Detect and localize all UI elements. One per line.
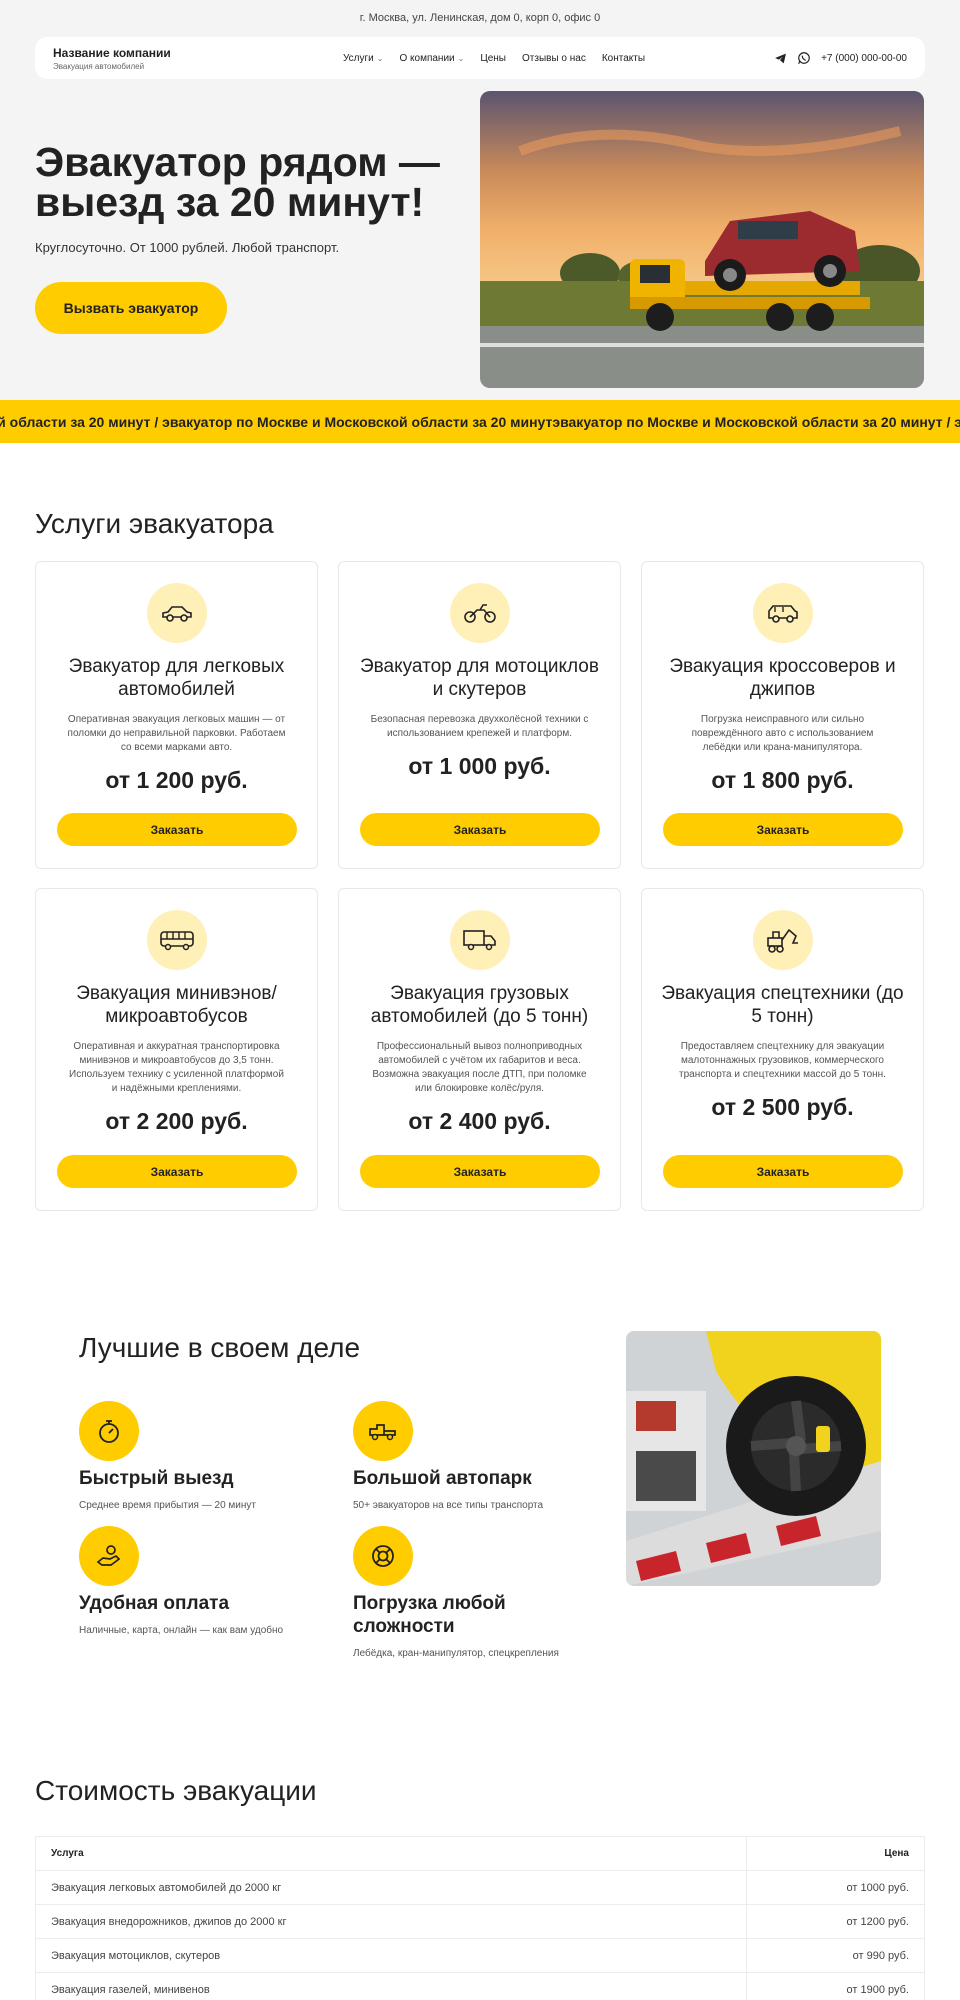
pricing-table: Услуга Цена Эвакуация легковых автомобил…: [35, 1836, 925, 2000]
feature-title: Быстрый выезд: [79, 1468, 234, 1489]
loading-car-image: [626, 1331, 881, 1586]
price-cell: от 1000 руб.: [746, 1870, 925, 1905]
hand-coin-icon: [79, 1526, 139, 1586]
price-cell: от 1900 руб.: [746, 1972, 925, 2000]
nav-item-prices[interactable]: Цены: [480, 53, 506, 64]
feature-desc: 50+ эвакуаторов на все типы транспорта: [353, 1500, 544, 1511]
service-card: Эвакуация кроссоверов и джипов Погрузка …: [641, 561, 924, 869]
service-desc: Предоставляем спецтехнику для эвакуации …: [679, 1041, 886, 1080]
bus-icon: [146, 910, 207, 970]
navbar: Название компании Эвакуация автомобилей …: [35, 37, 925, 79]
table-row: Эвакуация мотоциклов, скутеров от 990 ру…: [35, 1938, 925, 1973]
feature-title: Погрузка любой сложности: [353, 1593, 506, 1637]
service-title: Эвакуатор для легковых автомобилей: [68, 656, 285, 700]
nav-label: Услуги: [343, 52, 374, 64]
service-price: от 2 400 руб.: [408, 1108, 551, 1134]
feature-item: Большой автопарк 50+ эвакуаторов на все …: [353, 1401, 593, 1511]
nav-item-services[interactable]: Услуги ⌄: [343, 53, 383, 64]
service-card: Эвакуация грузовых автомобилей (до 5 тон…: [338, 888, 621, 1211]
table-row: Эвакуация газелей, минивенов от 1900 руб…: [35, 1972, 925, 2000]
company-name: Название компании: [53, 45, 171, 60]
feature-title: Удобная оплата: [79, 1593, 230, 1614]
suv-icon: [752, 583, 813, 643]
service-desc: Профессиональный вывоз полноприводных ав…: [372, 1041, 587, 1094]
nav-item-reviews[interactable]: Отзывы о нас: [522, 53, 586, 64]
service-price: от 1 000 руб.: [408, 753, 551, 779]
whatsapp-icon[interactable]: [797, 51, 811, 65]
order-button[interactable]: Заказать: [57, 813, 297, 846]
nav-label: О компании: [399, 52, 455, 64]
service-card: Эвакуация минивэнов/ микроавтобусов Опер…: [35, 888, 318, 1211]
feature-desc: Наличные, карта, онлайн — как вам удобно: [79, 1625, 284, 1636]
chevron-down-icon: ⌄: [457, 53, 465, 63]
service-card: Эвакуатор для мотоциклов и скутеров Безо…: [338, 561, 621, 869]
excavator-icon: [752, 910, 813, 970]
service-title: Эвакуация грузовых автомобилей (до 5 тон…: [370, 983, 589, 1027]
feature-item: Погрузка любой сложности Лебёдка, кран-м…: [353, 1526, 593, 1659]
service-desc: Погрузка неисправного или сильно поврежд…: [691, 714, 874, 753]
table-row: Эвакуация легковых автомобилей до 2000 к…: [35, 1870, 925, 1905]
motorcycle-icon: [449, 583, 510, 643]
service-cell: Эвакуация мотоциклов, скутеров: [35, 1938, 747, 1973]
truck-icon: [449, 910, 510, 970]
order-button[interactable]: Заказать: [360, 1155, 600, 1188]
service-title: Эвакуатор для мотоциклов и скутеров: [360, 656, 599, 700]
hero-subtitle: Круглосуточно. От 1000 рублей. Любой тра…: [35, 240, 340, 255]
service-price: от 1 200 руб.: [105, 767, 248, 793]
nav-item-contacts[interactable]: Контакты: [602, 53, 645, 64]
table-row: Эвакуация внедорожников, джипов до 2000 …: [35, 1904, 925, 1939]
service-card: Эвакуация спецтехники (до 5 тонн) Предос…: [641, 888, 924, 1211]
hero-title: Эвакуатор рядом — выезд за 20 минут!: [35, 139, 440, 225]
chevron-down-icon: ⌄: [376, 53, 384, 63]
table-header-row: Услуга Цена: [35, 1836, 925, 1871]
service-desc: Оперативная эвакуация легковых машин — о…: [67, 714, 286, 753]
telegram-icon[interactable]: [773, 51, 787, 65]
service-title: Эвакуация минивэнов/ микроавтобусов: [76, 983, 277, 1027]
feature-item: Быстрый выезд Среднее время прибытия — 2…: [79, 1401, 319, 1511]
address-bar: г. Москва, ул. Ленинская, дом 0, корп 0,…: [359, 12, 601, 24]
ticker-text: ской области за 20 минут / эвакуатор по …: [0, 413, 960, 430]
header-contacts: +7 (000) 000-00-00: [773, 51, 907, 65]
order-button[interactable]: Заказать: [663, 813, 903, 846]
price-cell: от 1200 руб.: [746, 1904, 925, 1939]
service-price: от 2 200 руб.: [105, 1108, 248, 1134]
brand[interactable]: Название компании Эвакуация автомобилей: [53, 46, 263, 71]
service-price: от 1 800 руб.: [711, 767, 854, 793]
ticker-band: ской области за 20 минут / эвакуатор по …: [0, 400, 960, 443]
price-cell: от 990 руб.: [746, 1938, 925, 1973]
call-tow-truck-button[interactable]: Вызвать эвакуатор: [35, 282, 227, 334]
feature-desc: Среднее время прибытия — 20 минут: [79, 1500, 256, 1511]
service-price: от 2 500 руб.: [711, 1094, 854, 1120]
hero-tow-truck-image: [480, 91, 924, 388]
best-title: Лучшие в своем деле: [79, 1332, 361, 1363]
car-icon: [146, 583, 207, 643]
stopwatch-icon: [79, 1401, 139, 1461]
feature-desc: Лебёдка, кран-манипулятор, спецкрепления: [353, 1648, 559, 1659]
order-button[interactable]: Заказать: [663, 1155, 903, 1188]
services-title: Услуги эвакуатора: [35, 508, 274, 539]
lifebuoy-icon: [353, 1526, 413, 1586]
order-button[interactable]: Заказать: [360, 813, 600, 846]
column-header-service: Услуга: [35, 1836, 747, 1871]
feature-title: Большой автопарк: [353, 1468, 532, 1489]
company-tagline: Эвакуация автомобилей: [53, 61, 145, 71]
service-cell: Эвакуация внедорожников, джипов до 2000 …: [35, 1904, 747, 1939]
order-button[interactable]: Заказать: [57, 1155, 297, 1188]
service-title: Эвакуация кроссоверов и джипов: [669, 656, 896, 700]
service-title: Эвакуация спецтехники (до 5 тонн): [661, 983, 904, 1027]
pricing-title: Стоимость эвакуации: [35, 1775, 317, 1806]
service-cell: Эвакуация газелей, минивенов: [35, 1972, 747, 2000]
phone-number[interactable]: +7 (000) 000-00-00: [821, 53, 907, 64]
service-desc: Безопасная перевозка двухколёсной техник…: [370, 714, 589, 739]
feature-item: Удобная оплата Наличные, карта, онлайн —…: [79, 1526, 319, 1636]
tow-truck-icon: [353, 1401, 413, 1461]
service-desc: Оперативная и аккуратная транспортировка…: [69, 1041, 284, 1094]
service-cell: Эвакуация легковых автомобилей до 2000 к…: [35, 1870, 747, 1905]
nav-item-about[interactable]: О компании ⌄: [399, 53, 464, 64]
main-nav: Услуги ⌄ О компании ⌄ Цены Отзывы о нас Ко…: [343, 53, 645, 64]
service-card: Эвакуатор для легковых автомобилей Опера…: [35, 561, 318, 869]
column-header-price: Цена: [746, 1836, 925, 1871]
